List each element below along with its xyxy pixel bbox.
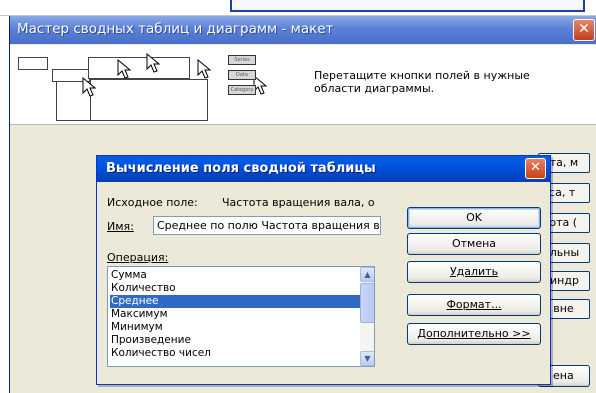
wizard-close-icon[interactable]: ✕ — [573, 19, 595, 41]
more-options-button[interactable]: Дополнительно >> — [407, 323, 541, 345]
list-item[interactable]: Количество — [110, 282, 360, 295]
cursor-arrow-icon — [197, 59, 211, 79]
plot-zone — [90, 79, 208, 121]
instructions-line-1: Перетащите кнопки полей в нужные — [314, 69, 530, 82]
series-zone — [88, 57, 190, 79]
cursor-arrow-icon — [146, 53, 160, 73]
dialog-close-icon[interactable]: ✕ — [525, 158, 546, 179]
dialog-title-bar[interactable]: Вычисление поля сводной таблицы ✕ — [97, 156, 550, 182]
list-item[interactable]: Максимум — [110, 308, 360, 321]
cancel-button[interactable]: Отмена — [407, 233, 541, 255]
operation-label: Операция: — [107, 251, 169, 264]
wizard-title: Мастер сводных таблиц и диаграмм - макет — [17, 21, 334, 37]
operation-listbox[interactable]: Сумма Количество Среднее Максимум Миниму… — [107, 266, 375, 367]
scroll-thumb[interactable] — [360, 283, 374, 323]
spreadsheet-selection-box — [230, 0, 585, 12]
dialog-title: Вычисление поля сводной таблицы — [106, 161, 376, 176]
scroll-down-icon[interactable]: ▼ — [360, 351, 374, 366]
list-item[interactable]: Минимум — [110, 321, 360, 334]
layout-diagram-area: Series Data Category Перетащите кнопки п… — [10, 45, 596, 125]
ok-button[interactable]: OK — [407, 207, 541, 229]
list-item[interactable]: Произведение — [110, 334, 360, 347]
wizard-title-bar[interactable]: Мастер сводных таблиц и диаграмм - макет… — [10, 16, 596, 44]
name-input[interactable]: Среднее по полю Частота вращения ва — [153, 216, 381, 235]
source-field-label: Исходное поле: — [107, 196, 198, 209]
instructions-line-2: области диаграммы. — [314, 82, 435, 95]
list-item-selected[interactable]: Среднее — [110, 295, 360, 308]
delete-button[interactable]: Удалить — [407, 261, 541, 283]
page-field-zone — [18, 57, 48, 70]
format-button[interactable]: Формат... — [407, 294, 541, 316]
category-field-chip: Category — [228, 85, 256, 95]
data-field-chip: Data — [228, 70, 256, 80]
list-item[interactable]: Количество чисел — [110, 347, 360, 360]
list-item[interactable]: Сумма — [110, 269, 360, 282]
cursor-arrow-icon — [117, 59, 131, 79]
listbox-scrollbar[interactable]: ▲ ▼ — [360, 267, 374, 366]
scroll-up-icon[interactable]: ▲ — [360, 267, 374, 282]
cursor-arrow-icon — [82, 77, 96, 97]
name-label: Имя: — [107, 220, 134, 233]
series-field-chip: Series — [228, 55, 256, 65]
calculated-field-dialog: Вычисление поля сводной таблицы ✕ Исходн… — [96, 155, 551, 385]
source-field-value: Частота вращения вала, о — [222, 196, 375, 209]
